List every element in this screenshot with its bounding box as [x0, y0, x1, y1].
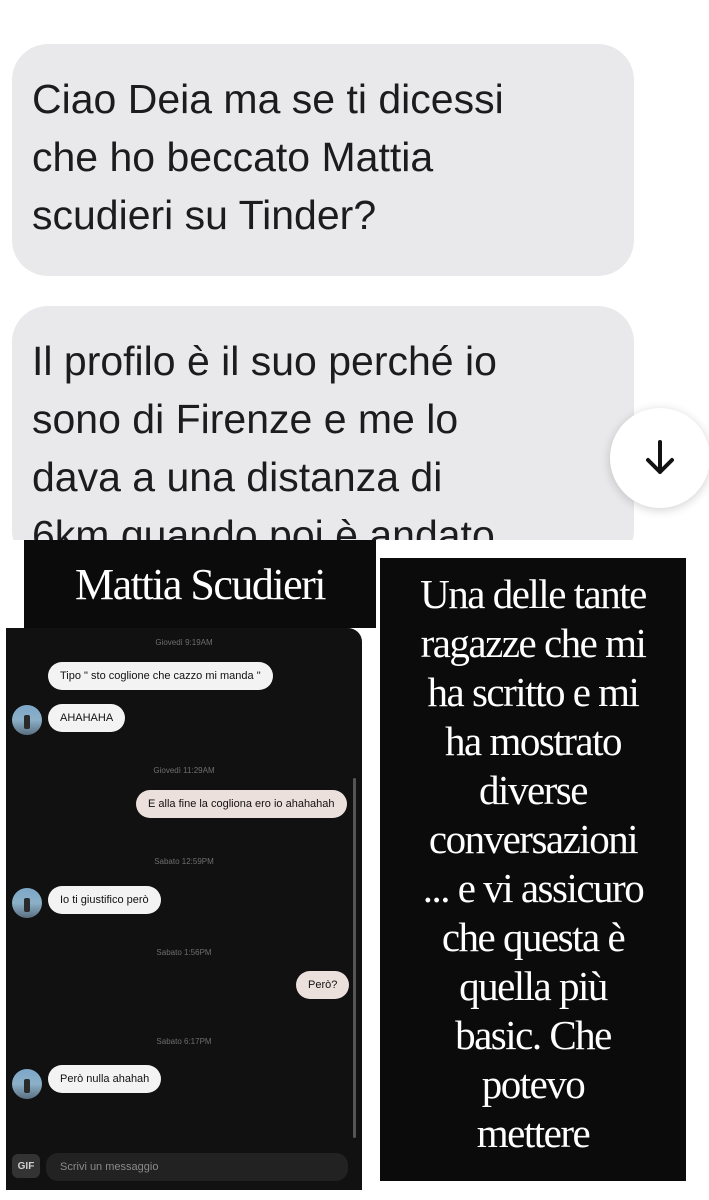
message-line: dava a una distanza di: [32, 454, 443, 500]
chat-timestamp: Sabato 1:56PM: [156, 948, 212, 957]
avatar: [12, 705, 42, 735]
imessage-screenshot: Ciao Deia ma se ti dicessi che ho beccat…: [0, 0, 709, 540]
message-line: Il profilo è il suo perché io: [32, 338, 497, 384]
gif-button[interactable]: GIF: [12, 1154, 40, 1178]
caption-line: potevo: [481, 1061, 586, 1107]
caption-line: mettere: [476, 1110, 591, 1156]
message-line: Ciao Deia ma se ti dicessi: [32, 76, 504, 122]
chat-timestamp: Sabato 6:17PM: [156, 1037, 212, 1046]
name-label: Mattia Scudieri: [24, 540, 376, 628]
chat-screenshot: Giovedì 9:19AM Tipo " sto coglione che c…: [6, 628, 362, 1190]
chat-timestamp: Giovedì 9:19AM: [155, 638, 213, 647]
arrow-down-icon: [646, 440, 674, 474]
caption-line: ... e vi assicuro: [422, 865, 645, 911]
caption-line: quella più: [459, 963, 608, 1009]
incoming-message: AHAHAHA: [48, 704, 126, 732]
caption-box: Una delle tante ragazze che mi ha scritt…: [380, 558, 686, 1181]
avatar: [12, 1069, 42, 1099]
caption-line: che questa è: [441, 914, 626, 960]
message-line: 6km quando poi è andato: [32, 512, 495, 540]
message-input[interactable]: Scrivi un messaggio: [46, 1153, 348, 1181]
received-message-bubble: Il profilo è il suo perché io sono di Fi…: [12, 306, 634, 540]
received-message-bubble: Ciao Deia ma se ti dicessi che ho beccat…: [12, 44, 634, 276]
caption-line: diverse: [479, 767, 588, 813]
scrollbar[interactable]: [353, 778, 356, 1138]
story-panel: Mattia Scudieri Giovedì 9:19AM Tipo " st…: [0, 540, 709, 1200]
caption-line: ha mostrato: [445, 718, 622, 764]
avatar: [12, 888, 42, 918]
message-line: che ho beccato Mattia: [32, 134, 434, 180]
caption-line: Una delle tante: [420, 571, 647, 617]
message-line: sono di Firenze e me lo: [32, 396, 459, 442]
chat-timestamp: Giovedì 11:29AM: [153, 766, 215, 775]
caption-line: conversazioni: [428, 816, 639, 862]
caption-line: ragazze che mi: [420, 620, 647, 666]
outgoing-message: E alla fine la cogliona ero io ahahahah: [136, 790, 347, 818]
incoming-message: Tipo " sto coglione che cazzo mi manda ": [48, 662, 273, 690]
chat-timestamp: Sabato 12:59PM: [154, 857, 214, 866]
caption-line: ha scritto e mi: [427, 669, 640, 715]
incoming-message: Io ti giustifico però: [48, 886, 161, 914]
caption-line: basic. Che: [455, 1012, 612, 1058]
outgoing-message: Però?: [296, 971, 350, 999]
incoming-message: Però nulla ahahah: [48, 1065, 162, 1093]
message-line: scudieri su Tinder?: [32, 192, 377, 238]
scroll-to-bottom-button[interactable]: [610, 408, 709, 508]
